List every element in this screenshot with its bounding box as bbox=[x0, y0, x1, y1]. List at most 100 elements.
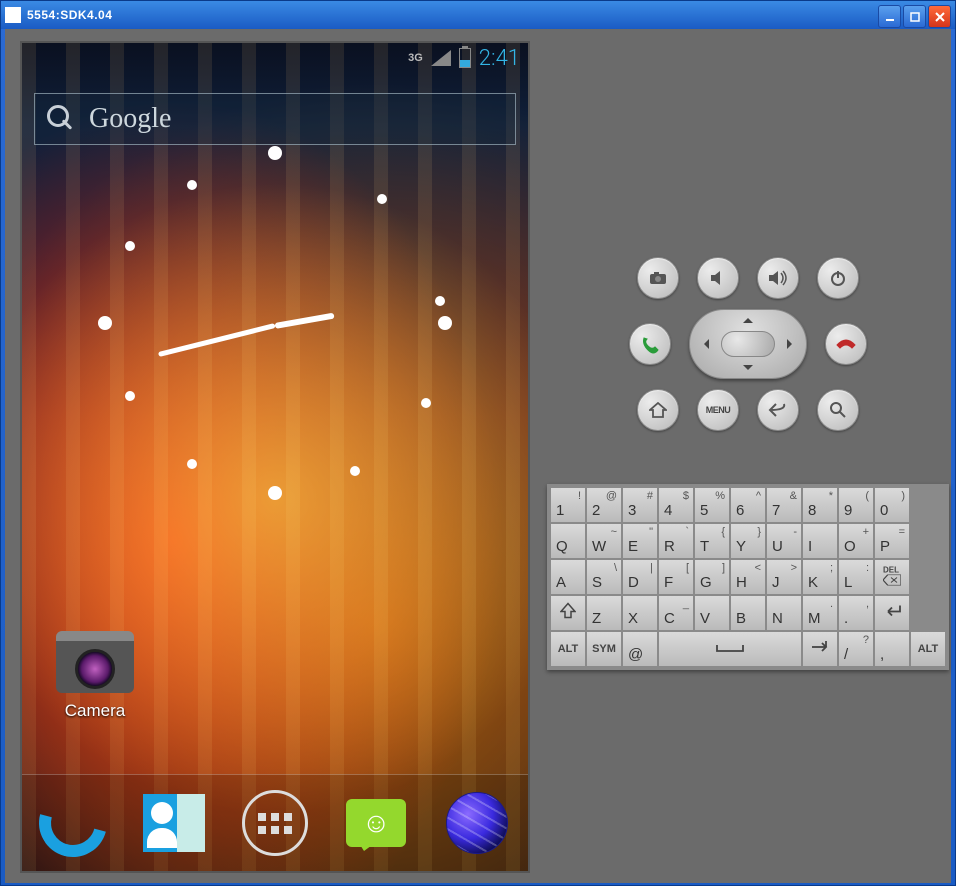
dock-messaging[interactable]: ☺ bbox=[341, 788, 411, 858]
key-y[interactable]: Y} bbox=[730, 523, 766, 559]
hw-call-button[interactable] bbox=[629, 323, 671, 365]
volume-down-icon bbox=[709, 270, 727, 286]
titlebar[interactable]: 5554:SDK4.04 bbox=[1, 1, 955, 29]
hw-home-button[interactable] bbox=[637, 389, 679, 431]
key-u[interactable]: U- bbox=[766, 523, 802, 559]
clock-minute-hand bbox=[158, 323, 276, 357]
hw-camera-button[interactable] bbox=[637, 257, 679, 299]
camera-icon bbox=[56, 631, 134, 693]
key-del[interactable]: DEL bbox=[874, 559, 910, 595]
camera-app-shortcut[interactable]: Camera bbox=[50, 631, 140, 721]
clock-dot bbox=[268, 146, 282, 160]
key-h[interactable]: H< bbox=[730, 559, 766, 595]
key-@[interactable]: @ bbox=[622, 631, 658, 667]
camera-icon bbox=[649, 271, 667, 285]
maximize-button[interactable] bbox=[903, 5, 926, 28]
hw-buttons: MENU bbox=[618, 247, 878, 441]
key-g[interactable]: G] bbox=[694, 559, 730, 595]
phone-screen[interactable]: 3G 2:41 Google bbox=[20, 41, 530, 873]
status-bar[interactable]: 3G 2:41 bbox=[22, 43, 528, 73]
hw-back-button[interactable] bbox=[757, 389, 799, 431]
key-f[interactable]: F[ bbox=[658, 559, 694, 595]
key-,[interactable]: , bbox=[874, 631, 910, 667]
clock-dot bbox=[98, 316, 112, 330]
window-title: 5554:SDK4.04 bbox=[27, 8, 112, 22]
dpad-down[interactable] bbox=[743, 365, 753, 375]
key-i[interactable]: I bbox=[802, 523, 838, 559]
key-q[interactable]: Q bbox=[550, 523, 586, 559]
client-area: 3G 2:41 Google bbox=[5, 29, 951, 883]
key-t[interactable]: T{ bbox=[694, 523, 730, 559]
key-e[interactable]: E" bbox=[622, 523, 658, 559]
hw-power-button[interactable] bbox=[817, 257, 859, 299]
dpad-left[interactable] bbox=[699, 339, 709, 349]
key-.[interactable]: ., bbox=[838, 595, 874, 631]
analog-clock-widget[interactable] bbox=[105, 153, 445, 493]
key-0[interactable]: 0) bbox=[874, 487, 910, 523]
dock-app-drawer[interactable] bbox=[240, 788, 310, 858]
dpad-right[interactable] bbox=[787, 339, 797, 349]
window-controls bbox=[878, 5, 951, 28]
hw-search-button[interactable] bbox=[817, 389, 859, 431]
clock-dot bbox=[421, 398, 431, 408]
key-5[interactable]: 5% bbox=[694, 487, 730, 523]
key-v[interactable]: V bbox=[694, 595, 730, 631]
google-search-widget[interactable]: Google bbox=[34, 93, 516, 145]
hw-volume-up-button[interactable] bbox=[757, 257, 799, 299]
key-/[interactable]: /? bbox=[838, 631, 874, 667]
key-n[interactable]: N bbox=[766, 595, 802, 631]
key-j[interactable]: J> bbox=[766, 559, 802, 595]
signal-icon bbox=[431, 50, 451, 66]
dock: ☺ bbox=[22, 774, 528, 871]
key-4[interactable]: 4$ bbox=[658, 487, 694, 523]
dock-browser[interactable] bbox=[442, 788, 512, 858]
key-6[interactable]: 6^ bbox=[730, 487, 766, 523]
key-k[interactable]: K; bbox=[802, 559, 838, 595]
key-d[interactable]: D| bbox=[622, 559, 658, 595]
dock-people[interactable] bbox=[139, 788, 209, 858]
key-a[interactable]: A bbox=[550, 559, 586, 595]
app-drawer-icon bbox=[242, 790, 308, 856]
key-space[interactable] bbox=[658, 631, 802, 667]
key-9[interactable]: 9( bbox=[838, 487, 874, 523]
key-sym[interactable]: SYM bbox=[586, 631, 622, 667]
key-m[interactable]: M. bbox=[802, 595, 838, 631]
key-shift[interactable] bbox=[550, 595, 586, 631]
hw-end-call-button[interactable] bbox=[825, 323, 867, 365]
key-arrow[interactable] bbox=[802, 631, 838, 667]
key-o[interactable]: O+ bbox=[838, 523, 874, 559]
close-button[interactable] bbox=[928, 5, 951, 28]
key-x[interactable]: X bbox=[622, 595, 658, 631]
key-s[interactable]: S\ bbox=[586, 559, 622, 595]
dock-phone[interactable] bbox=[38, 788, 108, 858]
key-1[interactable]: 1! bbox=[550, 487, 586, 523]
back-icon bbox=[768, 402, 788, 418]
status-clock: 2:41 bbox=[479, 46, 520, 71]
clock-dot bbox=[268, 486, 282, 500]
key-enter[interactable] bbox=[874, 595, 910, 631]
key-p[interactable]: P= bbox=[874, 523, 910, 559]
hw-menu-button[interactable]: MENU bbox=[697, 389, 739, 431]
minimize-button[interactable] bbox=[878, 5, 901, 28]
key-2[interactable]: 2@ bbox=[586, 487, 622, 523]
search-icon bbox=[47, 105, 75, 133]
key-alt[interactable]: ALT bbox=[550, 631, 586, 667]
key-3[interactable]: 3# bbox=[622, 487, 658, 523]
battery-icon bbox=[459, 48, 471, 68]
clock-dot bbox=[125, 241, 135, 251]
key-l[interactable]: L: bbox=[838, 559, 874, 595]
people-icon bbox=[143, 794, 205, 852]
hw-keyboard: 1!2@3#4$5%6^7&8*9(0) QW~E"R`T{Y}U-IO+P= AS… bbox=[547, 484, 949, 670]
key-c[interactable]: C_ bbox=[658, 595, 694, 631]
key-8[interactable]: 8* bbox=[802, 487, 838, 523]
key-r[interactable]: R` bbox=[658, 523, 694, 559]
key-w[interactable]: W~ bbox=[586, 523, 622, 559]
hw-volume-down-button[interactable] bbox=[697, 257, 739, 299]
key-z[interactable]: Z bbox=[586, 595, 622, 631]
key-7[interactable]: 7& bbox=[766, 487, 802, 523]
dpad-center[interactable] bbox=[721, 331, 775, 357]
key-b[interactable]: B bbox=[730, 595, 766, 631]
dpad-up[interactable] bbox=[743, 313, 753, 323]
key-alt[interactable]: ALT bbox=[910, 631, 946, 667]
clock-dot bbox=[350, 466, 360, 476]
